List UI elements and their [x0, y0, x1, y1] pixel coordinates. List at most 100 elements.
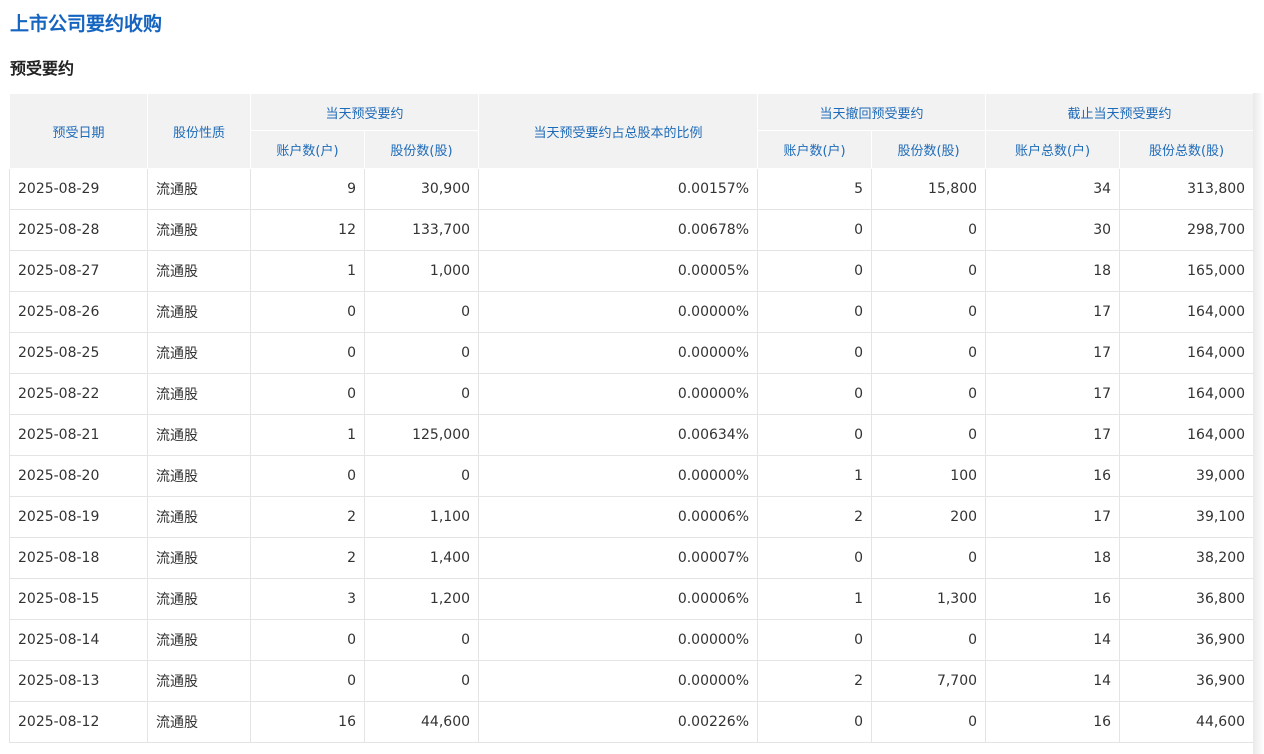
day-accept-accounts-cell: 3: [250, 578, 365, 620]
day-accept-shares-cell: 1,400: [363, 537, 480, 579]
cumulative-accounts-cell: 18: [985, 537, 1121, 579]
table-row: 2025-08-28 流通股 12 133,700 0.00678% 0 0 30 298,70…: [9, 209, 1255, 251]
withdraw-shares-cell: 0: [871, 373, 987, 415]
cumulative-accounts-cell: 16: [985, 578, 1121, 620]
header-ratio[interactable]: 当天预受要约占总股本的比例: [478, 93, 759, 169]
table-header: 预受日期 股份性质 当天预受要约 当天预受要约占总股本的比例 当天撤回预受要约 …: [9, 93, 1255, 169]
withdraw-accounts-cell: 0: [757, 209, 873, 251]
ratio-cell: 0.00000%: [478, 332, 759, 374]
table-row: 2025-08-21 流通股 1 125,000 0.00634% 0 0 17 164,000: [9, 414, 1255, 456]
share-type-cell: 流通股: [147, 578, 251, 620]
table-row: 2025-08-26 流通股 0 0 0.00000% 0 0 17 164,000: [9, 291, 1255, 333]
date-cell: 2025-08-21: [9, 414, 148, 456]
date-cell: 2025-08-12: [9, 701, 148, 743]
cumulative-accounts-cell: 16: [985, 701, 1121, 743]
cumulative-accounts-cell: 17: [985, 291, 1121, 333]
share-type-cell: 流通股: [147, 373, 251, 415]
table-row: 2025-08-25 流通股 0 0 0.00000% 0 0 17 164,000: [9, 332, 1255, 374]
cumulative-shares-cell: 36,900: [1119, 660, 1255, 702]
day-accept-shares-cell: 1,200: [363, 578, 480, 620]
withdraw-accounts-cell: 5: [757, 168, 873, 210]
header-cumulative-shares[interactable]: 股份总数(股): [1119, 130, 1255, 169]
cumulative-shares-cell: 38,200: [1119, 537, 1255, 579]
ratio-cell: 0.00678%: [478, 209, 759, 251]
header-cumulative-group: 截止当天预受要约: [985, 93, 1255, 131]
cumulative-accounts-cell: 16: [985, 455, 1121, 497]
table-row: 2025-08-14 流通股 0 0 0.00000% 0 0 14 36,900: [9, 619, 1255, 661]
day-accept-shares-cell: 0: [363, 373, 480, 415]
day-accept-shares-cell: 0: [363, 619, 480, 661]
header-date[interactable]: 预受日期: [9, 93, 148, 169]
share-type-cell: 流通股: [147, 660, 251, 702]
cumulative-shares-cell: 36,800: [1119, 578, 1255, 620]
day-accept-accounts-cell: 0: [250, 373, 365, 415]
cumulative-accounts-cell: 17: [985, 332, 1121, 374]
withdraw-shares-cell: 1,300: [871, 578, 987, 620]
cumulative-shares-cell: 164,000: [1119, 291, 1255, 333]
table-row: 2025-08-12 流通股 16 44,600 0.00226% 0 0 16 44,600: [9, 701, 1255, 743]
table-row: 2025-08-18 流通股 2 1,400 0.00007% 0 0 18 38,200: [9, 537, 1255, 579]
date-cell: 2025-08-13: [9, 660, 148, 702]
day-accept-accounts-cell: 2: [250, 537, 365, 579]
day-accept-shares-cell: 1,100: [363, 496, 480, 538]
section-title: 预受要约: [10, 59, 75, 78]
tender-offer-table: 预受日期 股份性质 当天预受要约 当天预受要约占总股本的比例 当天撤回预受要约 …: [9, 93, 1255, 743]
day-accept-accounts-cell: 16: [250, 701, 365, 743]
cumulative-accounts-cell: 18: [985, 250, 1121, 292]
date-cell: 2025-08-29: [9, 168, 148, 210]
share-type-cell: 流通股: [147, 619, 251, 661]
withdraw-shares-cell: 0: [871, 701, 987, 743]
withdraw-accounts-cell: 0: [757, 291, 873, 333]
ratio-cell: 0.00226%: [478, 701, 759, 743]
day-accept-shares-cell: 44,600: [363, 701, 480, 743]
table-row: 2025-08-19 流通股 2 1,100 0.00006% 2 200 17 39,100: [9, 496, 1255, 538]
ratio-cell: 0.00157%: [478, 168, 759, 210]
withdraw-accounts-cell: 1: [757, 455, 873, 497]
header-withdraw-accounts[interactable]: 账户数(户): [757, 130, 873, 169]
ratio-cell: 0.00000%: [478, 660, 759, 702]
date-cell: 2025-08-26: [9, 291, 148, 333]
withdraw-shares-cell: 0: [871, 619, 987, 661]
withdraw-accounts-cell: 0: [757, 414, 873, 456]
ratio-cell: 0.00000%: [478, 455, 759, 497]
withdraw-accounts-cell: 0: [757, 701, 873, 743]
table-row: 2025-08-27 流通股 1 1,000 0.00005% 0 0 18 165,000: [9, 250, 1255, 292]
withdraw-shares-cell: 0: [871, 250, 987, 292]
cumulative-accounts-cell: 14: [985, 660, 1121, 702]
header-cumulative-accounts[interactable]: 账户总数(户): [985, 130, 1121, 169]
withdraw-shares-cell: 15,800: [871, 168, 987, 210]
scroll-edge-shadow: [1253, 93, 1264, 754]
share-type-cell: 流通股: [147, 250, 251, 292]
share-type-cell: 流通股: [147, 209, 251, 251]
withdraw-accounts-cell: 0: [757, 332, 873, 374]
ratio-cell: 0.00634%: [478, 414, 759, 456]
header-withdraw-shares[interactable]: 股份数(股): [871, 130, 987, 169]
withdraw-shares-cell: 0: [871, 537, 987, 579]
date-cell: 2025-08-25: [9, 332, 148, 374]
day-accept-shares-cell: 30,900: [363, 168, 480, 210]
header-day-accept-accounts[interactable]: 账户数(户): [250, 130, 365, 169]
header-share-type[interactable]: 股份性质: [147, 93, 251, 169]
day-accept-accounts-cell: 0: [250, 332, 365, 374]
cumulative-shares-cell: 164,000: [1119, 373, 1255, 415]
day-accept-accounts-cell: 9: [250, 168, 365, 210]
table-row: 2025-08-22 流通股 0 0 0.00000% 0 0 17 164,000: [9, 373, 1255, 415]
share-type-cell: 流通股: [147, 291, 251, 333]
withdraw-shares-cell: 7,700: [871, 660, 987, 702]
withdraw-shares-cell: 0: [871, 332, 987, 374]
share-type-cell: 流通股: [147, 537, 251, 579]
withdraw-shares-cell: 200: [871, 496, 987, 538]
cumulative-shares-cell: 44,600: [1119, 701, 1255, 743]
table-row: 2025-08-20 流通股 0 0 0.00000% 1 100 16 39,000: [9, 455, 1255, 497]
cumulative-accounts-cell: 17: [985, 496, 1121, 538]
table-body: 2025-08-29 流通股 9 30,900 0.00157% 5 15,800 34 313…: [9, 168, 1255, 743]
date-cell: 2025-08-19: [9, 496, 148, 538]
share-type-cell: 流通股: [147, 496, 251, 538]
header-day-accept-shares[interactable]: 股份数(股): [363, 130, 480, 169]
page-title: 上市公司要约收购: [10, 13, 163, 35]
withdraw-shares-cell: 0: [871, 414, 987, 456]
day-accept-shares-cell: 125,000: [363, 414, 480, 456]
withdraw-accounts-cell: 0: [757, 619, 873, 661]
date-cell: 2025-08-22: [9, 373, 148, 415]
withdraw-accounts-cell: 0: [757, 250, 873, 292]
